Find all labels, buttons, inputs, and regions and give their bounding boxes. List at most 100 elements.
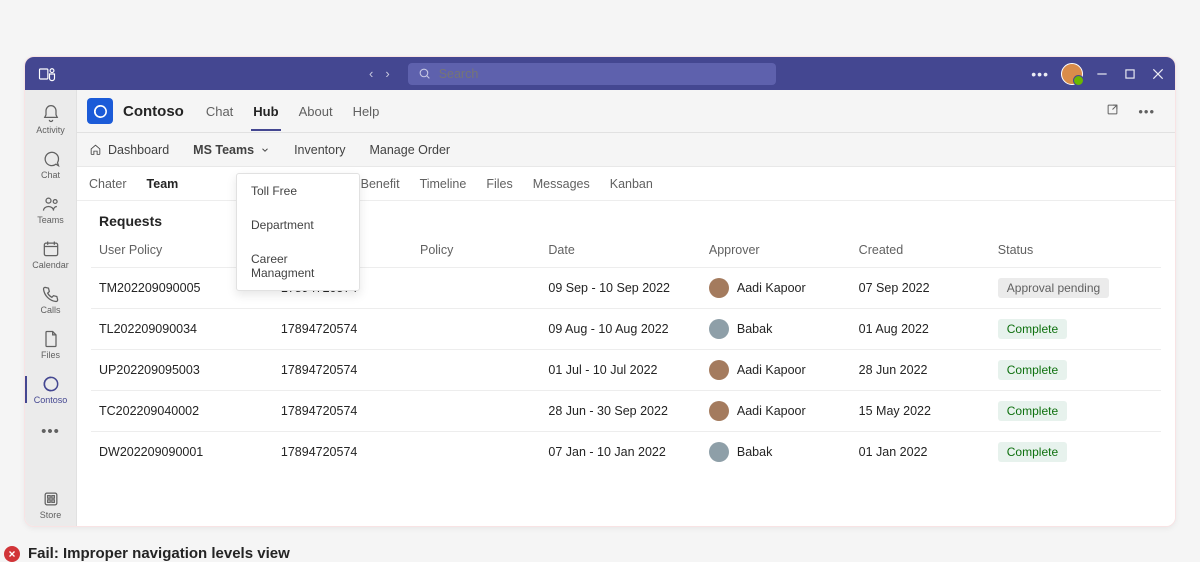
- cell-policy: DW202209090001: [91, 432, 273, 473]
- app-name: Contoso: [123, 103, 184, 120]
- app-tab-hub[interactable]: Hub: [251, 92, 280, 131]
- msteams-dropdown: Toll Free Department Career Managment: [236, 173, 360, 291]
- search-box[interactable]: [408, 63, 776, 85]
- cell-date: 07 Jan - 10 Jan 2022: [540, 432, 701, 473]
- subnav-inventory[interactable]: Inventory: [294, 143, 345, 157]
- cell-status: Complete: [990, 350, 1161, 391]
- dropdown-item-career[interactable]: Career Managment: [237, 242, 359, 290]
- cell-number: 17894720574: [273, 350, 412, 391]
- cell-p: [412, 309, 540, 350]
- app-tab-help[interactable]: Help: [351, 92, 382, 131]
- popout-icon[interactable]: [1105, 102, 1120, 120]
- cell-approver: Aadi Kapoor: [701, 350, 851, 391]
- app-tab-chat[interactable]: Chat: [204, 92, 235, 131]
- subnav-msteams[interactable]: MS Teams: [193, 143, 270, 157]
- more-icon[interactable]: •••: [1031, 66, 1049, 82]
- avatar: [709, 401, 729, 421]
- table-row[interactable]: UP20220909500317894720574 01 Jul - 10 Jul…: [91, 350, 1161, 391]
- cell-policy: UP202209095003: [91, 350, 273, 391]
- col-header: Date: [540, 237, 701, 268]
- content-area: Chater Team Project Benefit Timeline Fil…: [77, 167, 1175, 526]
- app-more-icon[interactable]: •••: [1138, 104, 1155, 119]
- rail-item-calendar[interactable]: Calendar: [25, 233, 76, 276]
- cell-created: 01 Jan 2022: [851, 432, 990, 473]
- subnav-manage-order[interactable]: Manage Order: [369, 143, 450, 157]
- app-logo-icon: [87, 98, 113, 124]
- rail-item-chat[interactable]: Chat: [25, 143, 76, 186]
- nav-forward-icon[interactable]: ›: [385, 66, 389, 81]
- cell-created: 01 Aug 2022: [851, 309, 990, 350]
- home-icon: [89, 143, 102, 156]
- rail-label: Store: [40, 510, 62, 520]
- search-icon: [418, 67, 431, 80]
- calendar-icon: [41, 239, 61, 259]
- left-rail: Activity Chat Teams Calendar Calls: [25, 90, 77, 526]
- avatar: [709, 278, 729, 298]
- rail-item-store[interactable]: Store: [25, 483, 76, 526]
- col-header: Policy: [412, 237, 540, 268]
- cell-status: Approval pending: [990, 268, 1161, 309]
- rail-item-calls[interactable]: Calls: [25, 278, 76, 321]
- secnav-messages[interactable]: Messages: [533, 177, 590, 191]
- rail-label: Teams: [37, 215, 64, 225]
- cell-p: [412, 391, 540, 432]
- table-row[interactable]: DW20220909000117894720574 07 Jan - 10 Jan…: [91, 432, 1161, 473]
- status-badge: Complete: [998, 319, 1067, 339]
- rail-item-teams[interactable]: Teams: [25, 188, 76, 231]
- nav-back-icon[interactable]: ‹: [369, 66, 373, 81]
- app-tab-about[interactable]: About: [297, 92, 335, 131]
- teams-logo-icon: [37, 64, 57, 84]
- rail-item-contoso[interactable]: Contoso: [25, 368, 76, 411]
- secnav-files[interactable]: Files: [486, 177, 512, 191]
- table-row[interactable]: TL2022090900341789472057409 Aug - 10 Aug…: [91, 309, 1161, 350]
- rail-label: Calls: [40, 305, 60, 315]
- secnav-kanban[interactable]: Kanban: [610, 177, 653, 191]
- cell-status: Complete: [990, 309, 1161, 350]
- rail-item-activity[interactable]: Activity: [25, 98, 76, 141]
- chat-icon: [41, 149, 61, 169]
- secnav-chater[interactable]: Chater: [89, 177, 127, 191]
- status-badge: Complete: [998, 401, 1067, 421]
- cell-p: [412, 350, 540, 391]
- user-avatar[interactable]: [1061, 63, 1083, 85]
- rail-more-icon[interactable]: •••: [41, 413, 60, 450]
- cell-date: 28 Jun - 30 Sep 2022: [540, 391, 701, 432]
- avatar: [709, 442, 729, 462]
- cell-number: 17894720574: [273, 309, 412, 350]
- cell-status: Complete: [990, 432, 1161, 473]
- contoso-icon: [41, 374, 61, 394]
- dropdown-item-department[interactable]: Department: [237, 208, 359, 242]
- table-row[interactable]: TC20220904000217894720574 28 Jun - 30 Sep…: [91, 391, 1161, 432]
- maximize-button[interactable]: [1123, 67, 1137, 81]
- search-input[interactable]: [439, 67, 766, 81]
- cell-approver: Aadi Kapoor: [701, 268, 851, 309]
- dropdown-item-toll-free[interactable]: Toll Free: [237, 174, 359, 208]
- cell-policy: TC202209040002: [91, 391, 273, 432]
- cell-created: 07 Sep 2022: [851, 268, 990, 309]
- cell-date: 01 Jul - 10 Jul 2022: [540, 350, 701, 391]
- app-window: ‹ › ••• Activity: [24, 56, 1176, 527]
- caption: Fail: Improper navigation levels view: [4, 545, 290, 562]
- cell-policy: TL202209090034: [91, 309, 273, 350]
- col-header: Approver: [701, 237, 851, 268]
- cell-date: 09 Sep - 10 Sep 2022: [540, 268, 701, 309]
- cell-number: 17894720574: [273, 432, 412, 473]
- rail-item-files[interactable]: Files: [25, 323, 76, 366]
- cell-created: 28 Jun 2022: [851, 350, 990, 391]
- subnav-label: Dashboard: [108, 143, 169, 157]
- minimize-button[interactable]: [1095, 67, 1109, 81]
- status-badge: Complete: [998, 442, 1067, 462]
- chevron-down-icon: [260, 145, 270, 155]
- secnav-team[interactable]: Team: [147, 177, 179, 191]
- subnav-dashboard[interactable]: Dashboard: [89, 143, 169, 157]
- cell-approver: Babak: [701, 432, 851, 473]
- secnav-timeline[interactable]: Timeline: [420, 177, 467, 191]
- cell-number: 17894720574: [273, 391, 412, 432]
- rail-label: Chat: [41, 170, 60, 180]
- col-header: Created: [851, 237, 990, 268]
- close-button[interactable]: [1151, 67, 1165, 81]
- cell-approver: Aadi Kapoor: [701, 391, 851, 432]
- rail-label: Files: [41, 350, 60, 360]
- sub-nav: Dashboard MS Teams Inventory Manage Orde…: [77, 133, 1175, 167]
- app-header: Contoso Chat Hub About Help •••: [77, 90, 1175, 133]
